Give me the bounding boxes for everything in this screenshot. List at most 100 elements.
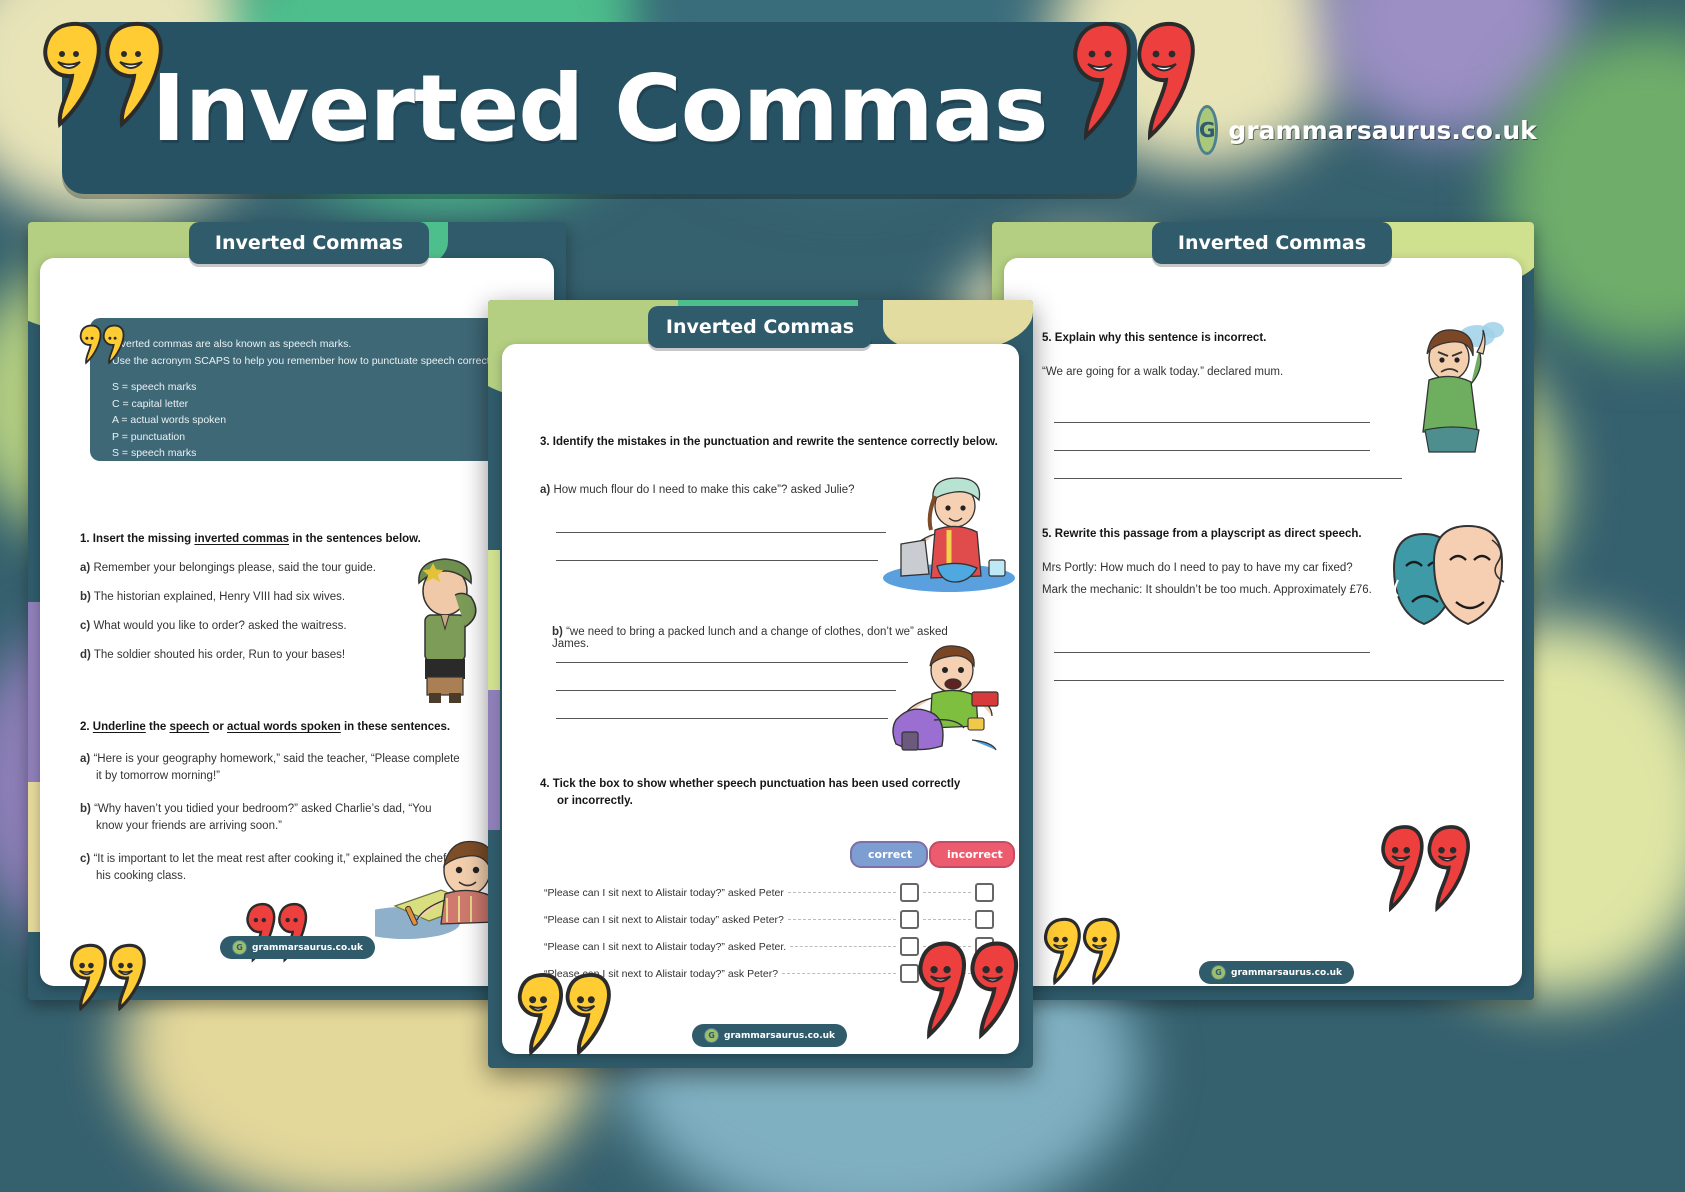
answer-line[interactable]: [1054, 652, 1370, 653]
tick-row-1-incorrect-checkbox[interactable]: [975, 883, 994, 902]
q3-item-a-label: a): [540, 484, 551, 496]
q2-item-a: a) “Here is your geography homework,” sa…: [80, 751, 460, 785]
yellow-comma-decor-icon: [1044, 917, 1120, 986]
tick-row-2-incorrect-checkbox[interactable]: [975, 910, 994, 929]
answer-line[interactable]: [1054, 680, 1504, 681]
q1-item-d-label: d): [80, 649, 91, 661]
tick-row[interactable]: “Please can I sit next to Alistair today…: [544, 879, 994, 906]
tick-row-3-text: “Please can I sit next to Alistair today…: [544, 940, 787, 953]
q1-item-a-label: a): [80, 562, 91, 574]
q2-number: 2.: [80, 721, 90, 733]
answer-line[interactable]: [1054, 478, 1402, 479]
yellow-comma-large-icon: [517, 973, 611, 1057]
q1-item-d-text: The soldier shouted his order, Run to yo…: [93, 649, 346, 661]
tick-row-1-text: “Please can I sit next to Alistair today…: [544, 886, 784, 899]
yellow-comma-small-icon: [79, 324, 125, 365]
soldier-saluting-illustration: [418, 558, 477, 703]
girl-baking-illustration: [883, 477, 1015, 592]
page-3-tab-label: Inverted Commas: [1177, 232, 1367, 254]
question-5a: 5. Explain why this sentence is incorrec…: [1042, 332, 1382, 378]
yellow-opening-comma-icon: [43, 21, 163, 128]
q5a-prompt: 5. Explain why this sentence is incorrec…: [1042, 332, 1382, 344]
footer-logo-icon: G: [232, 940, 247, 955]
red-comma-small-icon: [246, 902, 308, 963]
brand-logo: G grammarsaurus.co.uk: [1196, 100, 1537, 160]
row-dash-leader: [790, 946, 896, 947]
angry-woman-pointing-illustration: [1422, 322, 1504, 453]
q5a-prompt-text: Explain why this sentence is incorrect.: [1054, 332, 1267, 344]
row-dash-leader: [923, 919, 971, 920]
q3-item-b-label: b): [552, 626, 563, 638]
answer-line[interactable]: [1054, 422, 1370, 423]
question-4: 4. Tick the box to show whether speech p…: [540, 776, 970, 810]
page-1-sheet: Inverted commas are also known as speech…: [40, 258, 554, 986]
answer-line[interactable]: [1054, 450, 1370, 451]
page-2-tab-label: Inverted Commas: [665, 316, 855, 338]
q5b-script-line-1: Mrs Portly: How much do I need to pay to…: [1042, 562, 1353, 574]
incorrect-pill[interactable]: incorrect: [929, 841, 1015, 868]
red-closing-comma-icon: [1073, 21, 1195, 141]
row-dash-leader: [782, 973, 896, 974]
page-title: Inverted Commas: [151, 54, 1048, 162]
q2-prompt-underline-1: Underline: [92, 721, 146, 733]
worksheet-page-1[interactable]: Inverted commas are also known as speech…: [28, 222, 566, 1000]
q3-prompt: 3. Identify the mistakes in the punctuat…: [540, 436, 1000, 448]
yellow-comma-decor-icon: [70, 943, 146, 1012]
row-dash-leader: [787, 919, 896, 920]
page-3-tab[interactable]: Inverted Commas: [1152, 222, 1392, 264]
tick-row[interactable]: “Please can I sit next to Alistair today…: [544, 906, 994, 933]
q4-prompt-text: Tick the box to show whether speech punc…: [552, 778, 961, 807]
page-1-tab-label: Inverted Commas: [214, 232, 404, 254]
page-2-footer-badge: G grammarsaurus.co.uk: [692, 1024, 848, 1047]
worksheet-page-3[interactable]: 5. Explain why this sentence is incorrec…: [992, 222, 1534, 1000]
q5b-number: 5.: [1042, 528, 1052, 540]
q4-number: 4.: [540, 778, 550, 790]
question-2-prompt: 2. Underline the speech or actual words …: [80, 721, 460, 733]
page-1-tab[interactable]: Inverted Commas: [189, 222, 429, 264]
boy-packing-backpack-illustration: [892, 645, 999, 751]
bg-shape: [488, 690, 500, 830]
q3-item-a-text: How much flour do I need to make this ca…: [553, 484, 855, 496]
row-dash-leader: [923, 892, 971, 893]
tick-row-1-correct-checkbox[interactable]: [900, 883, 919, 902]
brand-name: grammarsaurus.co.uk: [1228, 115, 1537, 145]
q5b-prompt-text: Rewrite this passage from a playscript a…: [1054, 528, 1362, 540]
answer-line[interactable]: [556, 718, 888, 719]
q1-item-c-text: What would you like to order? asked the …: [93, 620, 347, 632]
info-panel: Inverted commas are also known as speech…: [90, 318, 554, 461]
page-3-footer-text: grammarsaurus.co.uk: [1231, 967, 1343, 978]
q1-prompt-underlined: inverted commas: [194, 533, 290, 545]
q5b-script-line-2: Mark the mechanic: It shouldn’t be too m…: [1042, 584, 1372, 596]
answer-line[interactable]: [556, 662, 908, 663]
answer-line[interactable]: [556, 560, 878, 561]
drama-masks-illustration: [1392, 524, 1505, 626]
correct-pill[interactable]: correct: [850, 841, 928, 868]
q2-item-a-text: “Here is your geography homework,” said …: [93, 753, 460, 782]
answer-line[interactable]: [556, 690, 896, 691]
q1-item-a-text: Remember your belongings please, said th…: [93, 562, 376, 574]
q3-number: 3.: [540, 436, 550, 448]
logo-mark-icon: G: [1196, 105, 1219, 155]
page-2-tab[interactable]: Inverted Commas: [648, 306, 872, 348]
question-5b: 5. Rewrite this passage from a playscrip…: [1042, 528, 1402, 596]
bg-shape: [488, 550, 500, 690]
q4-prompt: 4. Tick the box to show whether speech p…: [540, 776, 970, 810]
answer-line[interactable]: [556, 532, 886, 533]
page-1-footer-badge: G grammarsaurus.co.uk: [220, 936, 376, 959]
q1-item-b-label: b): [80, 591, 91, 603]
page-2-footer-text: grammarsaurus.co.uk: [724, 1030, 836, 1041]
q1-item-b-text: The historian explained, Henry VIII had …: [93, 591, 346, 603]
q2-item-a-label: a): [80, 753, 91, 765]
footer-logo-icon: G: [704, 1028, 719, 1043]
q2-prompt-b: or: [209, 721, 228, 733]
q1-number: 1.: [80, 533, 90, 545]
q1-item-c-label: c): [80, 620, 91, 632]
row-dash-leader: [787, 892, 896, 893]
q2-prompt-c: in these sentences.: [340, 721, 451, 733]
q2-prompt-underline-3: actual words spoken: [227, 721, 341, 733]
q5b-prompt: 5. Rewrite this passage from a playscrip…: [1042, 528, 1402, 540]
tick-row-2-correct-checkbox[interactable]: [900, 910, 919, 929]
tick-row-2-text: “Please can I sit next to Alistair today…: [544, 913, 784, 926]
q2-item-b-label: b): [80, 803, 91, 815]
q2-prompt-underline-2: speech: [169, 721, 210, 733]
